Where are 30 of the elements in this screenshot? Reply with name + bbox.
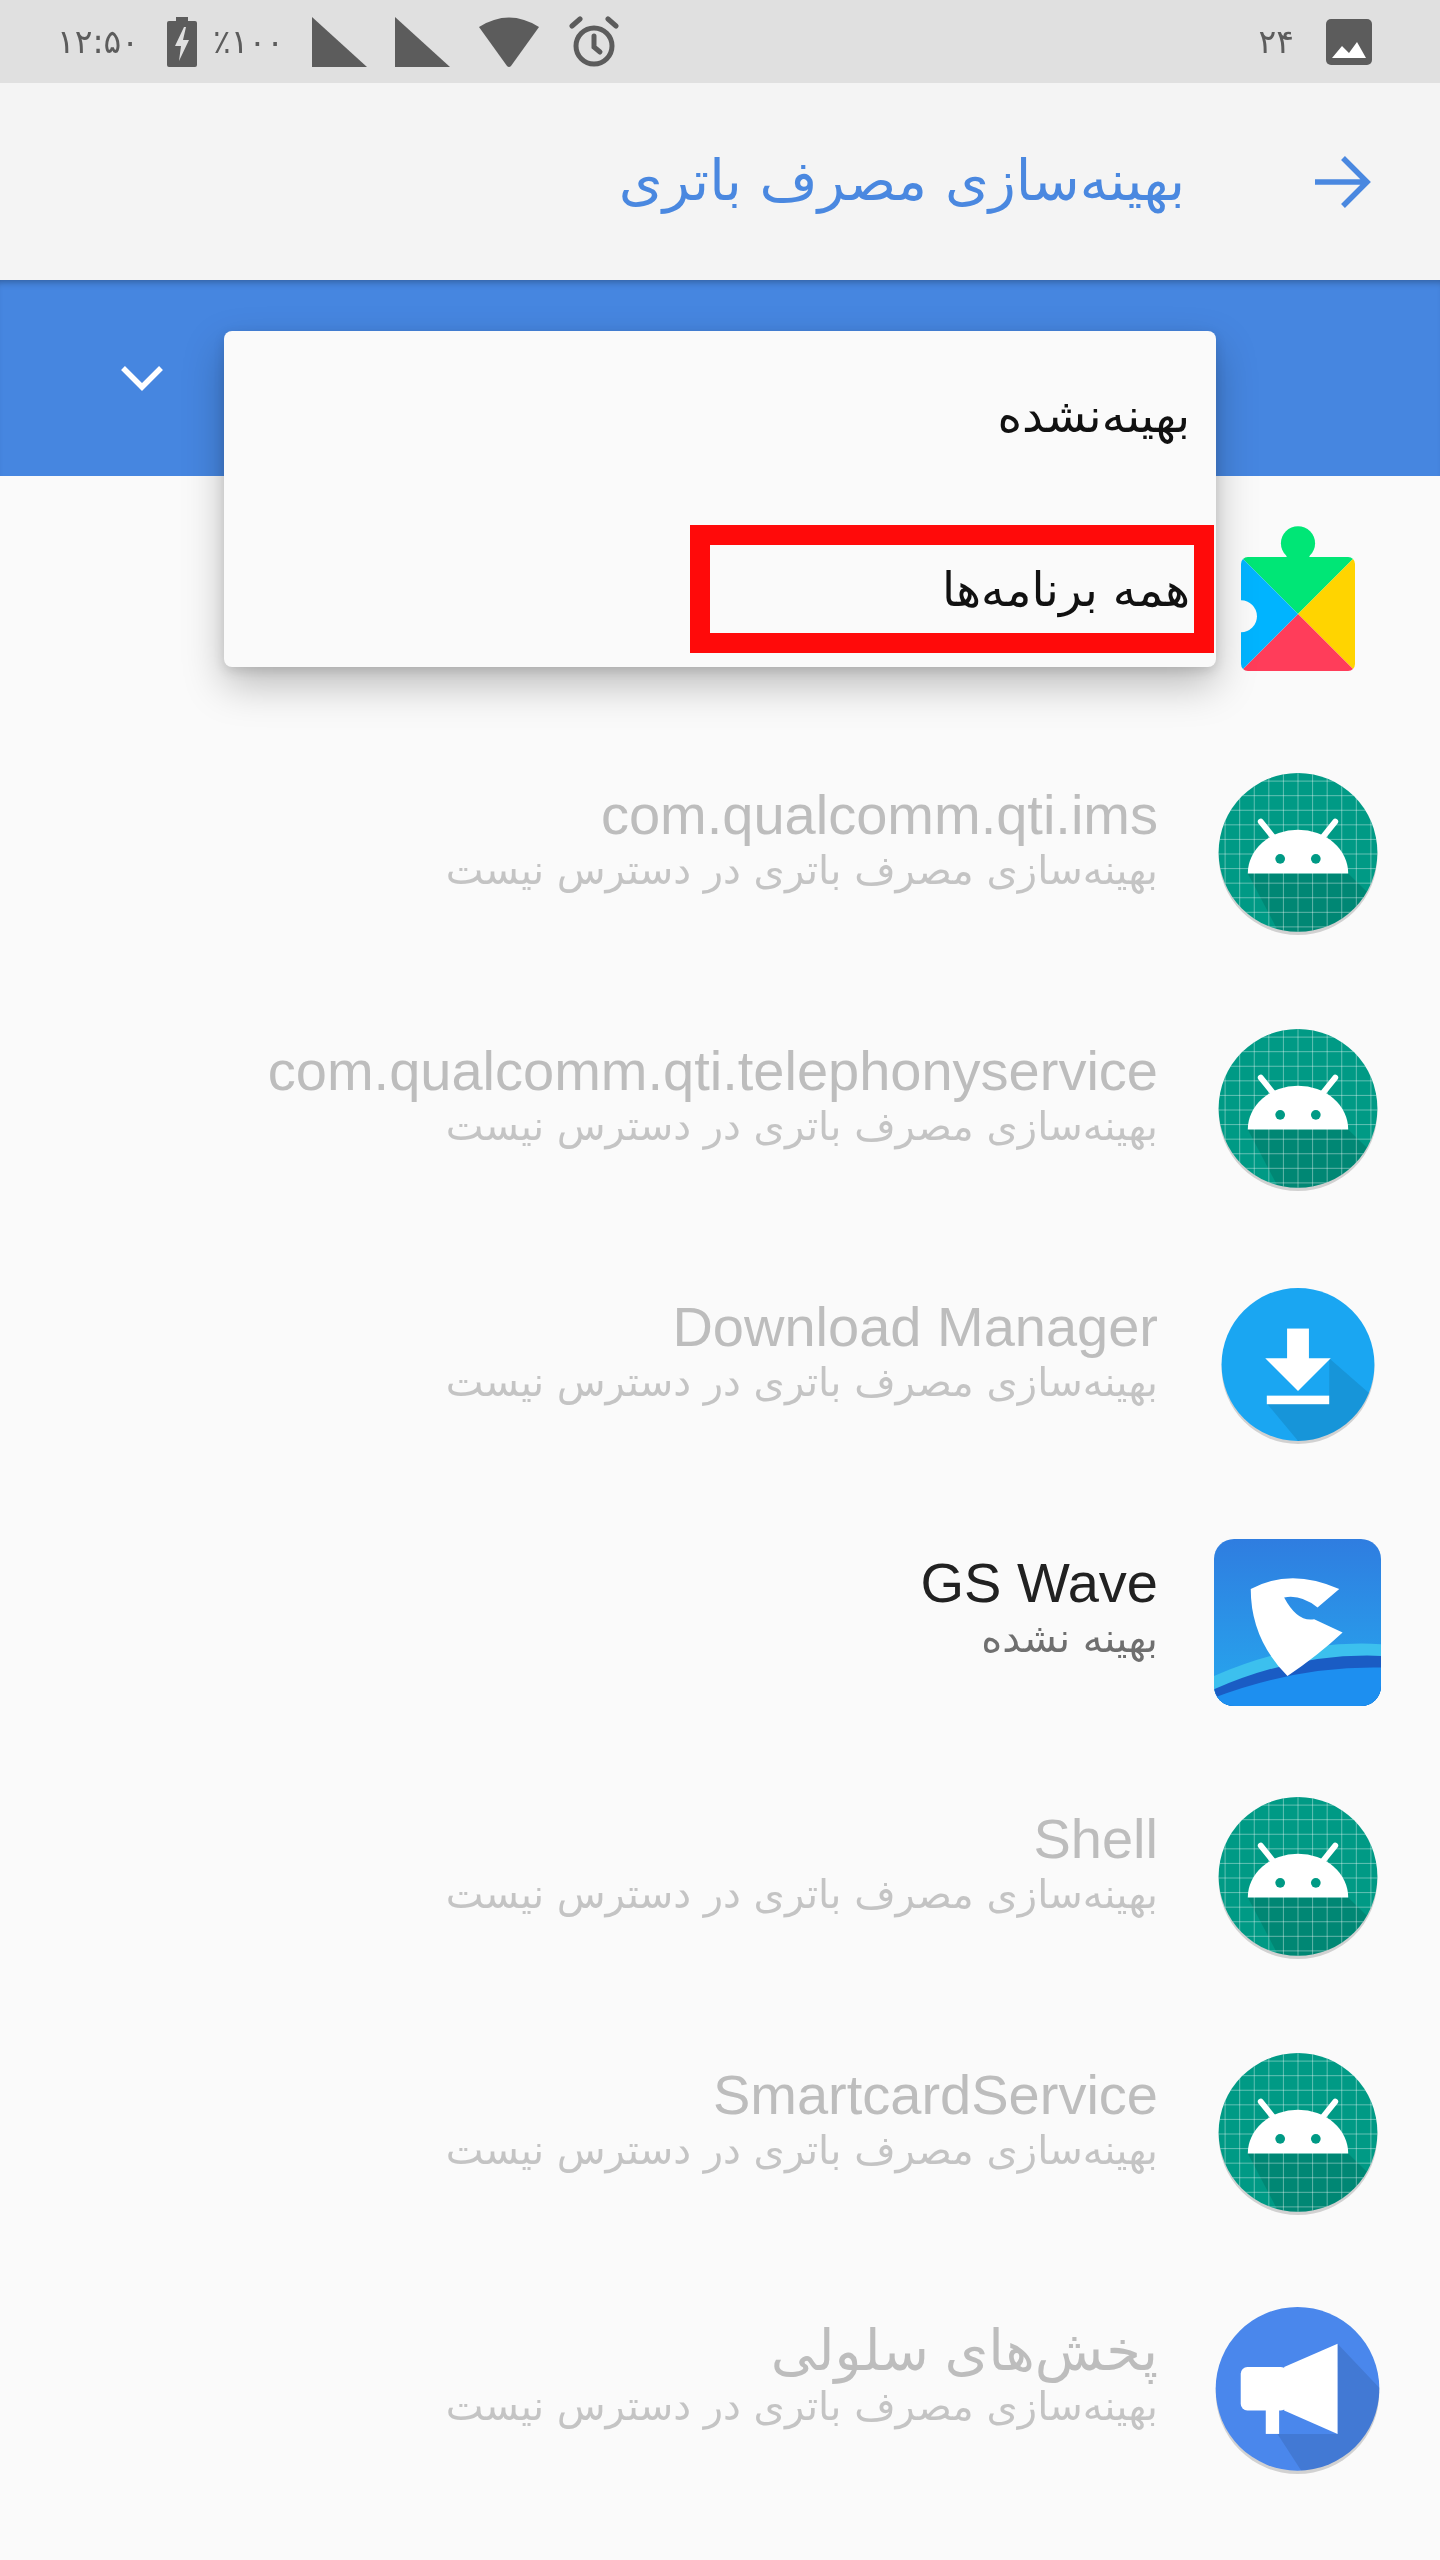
wifi-icon: [477, 16, 540, 67]
signal-icon: [311, 16, 367, 67]
puzzle-piece-icon: [1240, 525, 1355, 671]
alarm-clock-icon: [567, 15, 620, 68]
android-robot-icon: [1216, 1797, 1379, 1959]
app-name: SmartcardService: [712, 2064, 1158, 2126]
download-icon: [1219, 1288, 1376, 1444]
wave-logo-icon: [1214, 1538, 1381, 1706]
megaphone-icon: [1214, 2306, 1381, 2474]
page-title: بهینه‌سازی مصرف باتری: [618, 147, 1185, 216]
app-name: com.qualcomm.qti.telephonyservice: [267, 1040, 1158, 1102]
app-name: Download Manager: [672, 1296, 1158, 1358]
image-icon: [1326, 18, 1372, 65]
battery-percent: ٪۱۰۰: [213, 25, 284, 58]
notification-number: ۲۴: [1258, 25, 1294, 58]
android-robot-icon: [1216, 1029, 1379, 1191]
menu-item[interactable]: بهینه‌نشده: [690, 351, 1214, 479]
menu-item[interactable]: همه برنامه‌ها: [690, 525, 1214, 653]
app-name: پخش‌های سلولی: [770, 2320, 1158, 2382]
android-robot-icon: [1216, 2053, 1379, 2215]
back-arrow-icon[interactable]: [1313, 154, 1371, 209]
app-name: com.qualcomm.qti.ims: [600, 784, 1158, 846]
app-status: بهینه نشده: [981, 1613, 1158, 1662]
battery-charging-icon: [167, 16, 198, 67]
app-name: Shell: [1033, 1808, 1158, 1870]
signal-icon: [394, 16, 450, 67]
android-robot-icon: [1216, 773, 1379, 935]
status-time: ۱۲:۵۰: [57, 25, 140, 58]
chevron-down-icon[interactable]: [120, 364, 164, 392]
app-name: GS Wave: [920, 1552, 1158, 1614]
